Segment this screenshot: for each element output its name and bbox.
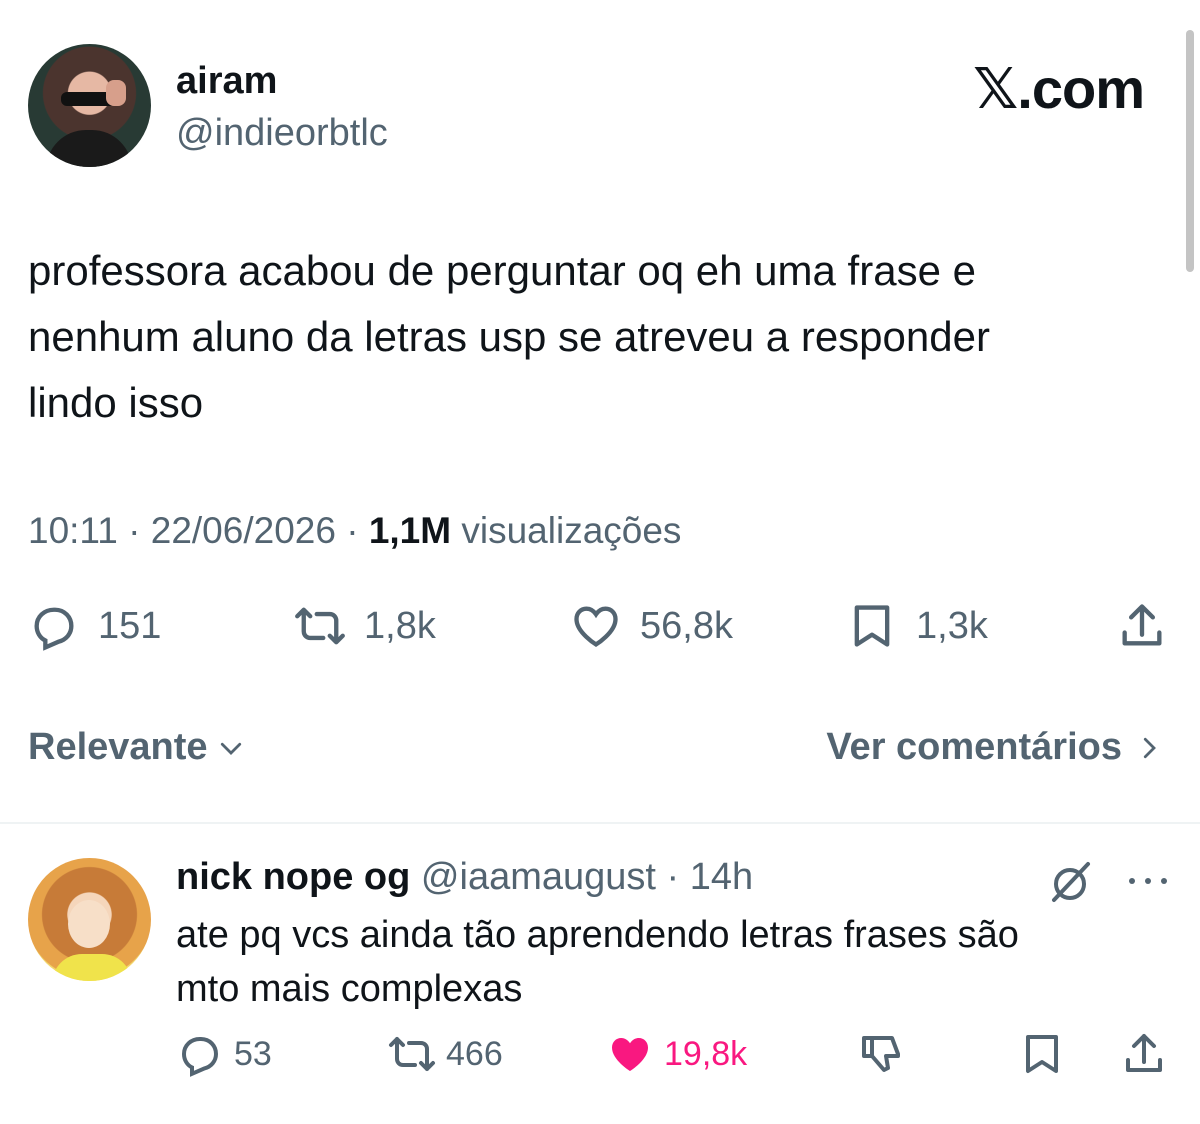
author-name[interactable]: airam bbox=[176, 60, 277, 103]
like-icon bbox=[574, 606, 618, 647]
separator: · bbox=[128, 510, 141, 551]
separator: · bbox=[346, 510, 359, 551]
avatar-shirt-shape bbox=[52, 954, 132, 981]
reply-time[interactable]: 14h bbox=[690, 856, 753, 898]
like-icon bbox=[612, 1038, 648, 1071]
separator: · bbox=[666, 856, 680, 898]
share-button[interactable] bbox=[1116, 600, 1168, 652]
avatar-hand-shape bbox=[106, 80, 126, 106]
dislike-button[interactable] bbox=[858, 1030, 906, 1078]
tweet-text-line: professora acabou de perguntar oq eh uma… bbox=[28, 247, 976, 294]
reply-like-count: 19,8k bbox=[664, 1034, 748, 1073]
repost-count: 1,8k bbox=[364, 604, 436, 647]
tweet-text-line: nenhum aluno da letras usp se atreveu a … bbox=[28, 313, 990, 360]
reply-like-button[interactable]: 19,8k bbox=[606, 1030, 747, 1078]
like-count: 56,8k bbox=[640, 604, 733, 647]
reply-repost-button[interactable]: 466 bbox=[388, 1030, 503, 1078]
scrollbar[interactable] bbox=[1186, 30, 1194, 272]
bookmark-icon bbox=[1026, 1035, 1058, 1073]
x-logo-suffix: .com bbox=[1017, 57, 1145, 120]
reply-avatar[interactable] bbox=[28, 858, 151, 981]
more-icon[interactable] bbox=[1124, 874, 1172, 888]
share-icon bbox=[1126, 1034, 1162, 1072]
chevron-right-icon bbox=[1143, 737, 1156, 758]
reply-header: nick nope og @iaamaugust · 14h bbox=[176, 856, 753, 899]
reply-share-button[interactable] bbox=[1120, 1030, 1168, 1078]
tweet-date[interactable]: 22/06/2026 bbox=[151, 510, 336, 551]
repost-button[interactable]: 1,8k bbox=[294, 600, 436, 652]
reply-text-line: mto mais complexas bbox=[176, 968, 523, 1010]
reply-icon bbox=[34, 607, 74, 651]
tweet-text: professora acabou de perguntar oq eh uma… bbox=[28, 238, 1148, 436]
reply-icon bbox=[181, 1037, 219, 1077]
repost-icon bbox=[389, 1037, 435, 1071]
share-icon bbox=[1122, 604, 1162, 646]
reply-author-handle[interactable]: @iaamaugust bbox=[421, 856, 656, 898]
reply-actions: 53 466 19,8k bbox=[176, 1030, 1176, 1090]
bookmark-button[interactable]: 1,3k bbox=[846, 600, 988, 652]
repost-icon bbox=[295, 607, 345, 645]
reply-repost-count: 466 bbox=[446, 1034, 503, 1073]
reply-reply-button[interactable]: 53 bbox=[176, 1030, 272, 1078]
sort-label: Relevante bbox=[28, 726, 208, 768]
avatar-face-shape bbox=[68, 900, 110, 948]
x-logo-mark: 𝕏 bbox=[973, 57, 1018, 122]
dislike-icon bbox=[862, 1036, 900, 1072]
grok-icon[interactable] bbox=[1046, 858, 1094, 906]
view-comments-label: Ver comentários bbox=[826, 726, 1122, 768]
chevron-down-icon bbox=[220, 742, 241, 755]
reply-text-line: ate pq vcs ainda tão aprendendo letras f… bbox=[176, 914, 1019, 956]
reply-bookmark-button[interactable] bbox=[1018, 1030, 1066, 1078]
divider bbox=[0, 822, 1200, 824]
sort-dropdown[interactable]: Relevante bbox=[28, 726, 246, 769]
views-count: 1,1M bbox=[368, 510, 452, 551]
tweet-text-line: lindo isso bbox=[28, 379, 204, 426]
x-logo: 𝕏.com bbox=[973, 56, 1145, 122]
tweet-time[interactable]: 10:11 bbox=[28, 510, 118, 551]
tweet-meta: 10:11 · 22/06/2026 · 1,1M visualizações bbox=[28, 510, 681, 552]
avatar-body-shape bbox=[46, 130, 132, 167]
bookmark-count: 1,3k bbox=[916, 604, 988, 647]
tweet-actions: 151 1,8k 56,8k 1,3k bbox=[28, 600, 1178, 666]
view-comments-link[interactable]: Ver comentários bbox=[826, 726, 1164, 769]
author-avatar[interactable] bbox=[28, 44, 151, 167]
bookmark-icon bbox=[854, 605, 890, 647]
reply-text: ate pq vcs ainda tão aprendendo letras f… bbox=[176, 908, 1166, 1016]
author-handle[interactable]: @indieorbtlc bbox=[176, 112, 388, 155]
reply-button[interactable]: 151 bbox=[28, 600, 161, 652]
reply-reply-count: 53 bbox=[234, 1034, 272, 1073]
reply-count: 151 bbox=[98, 604, 162, 647]
views-label: visualizações bbox=[461, 510, 682, 551]
reply-author-name[interactable]: nick nope og bbox=[176, 856, 410, 898]
like-button[interactable]: 56,8k bbox=[570, 600, 733, 652]
